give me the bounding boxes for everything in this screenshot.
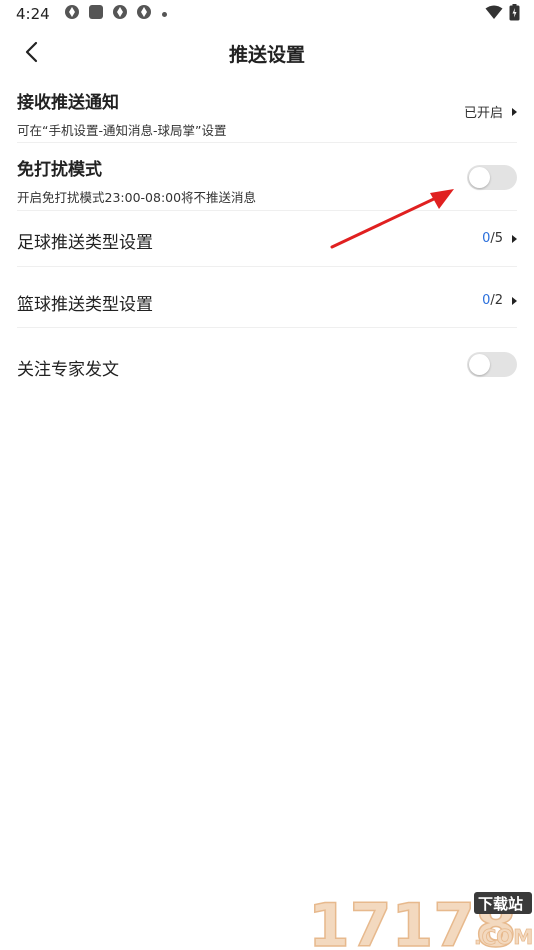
caret-right-icon xyxy=(512,234,517,243)
expert-follow-row: 关注专家发文 xyxy=(17,328,517,394)
app-notification-icon xyxy=(88,4,104,24)
toggle-knob xyxy=(469,354,490,375)
basketball-selected-count: 0 xyxy=(482,293,491,308)
expert-follow-toggle[interactable] xyxy=(467,352,517,377)
watermark-badge: 下载站 xyxy=(478,895,523,913)
app-notification-icon xyxy=(64,4,80,24)
dnd-title: 免打扰模式 xyxy=(17,160,102,180)
expert-follow-title: 关注专家发文 xyxy=(17,360,119,380)
receive-push-subtitle: 可在“手机设置-通知消息-球局掌”设置 xyxy=(17,123,227,138)
receive-push-row[interactable]: 接收推送通知 可在“手机设置-通知消息-球局掌”设置 已开启 xyxy=(17,88,517,143)
receive-push-status[interactable]: 已开启 xyxy=(464,102,517,121)
dnd-toggle[interactable] xyxy=(467,165,517,190)
toggle-knob xyxy=(469,167,490,188)
app-notification-icon xyxy=(112,4,128,24)
status-bar: 4:24 xyxy=(0,0,534,28)
receive-push-title: 接收推送通知 xyxy=(17,93,119,113)
app-header: 推送设置 xyxy=(0,28,534,76)
basketball-push-title: 篮球推送类型设置 xyxy=(17,295,153,315)
football-push-title: 足球推送类型设置 xyxy=(17,233,153,253)
status-time: 4:24 xyxy=(16,5,50,23)
basketball-push-count[interactable]: 0 /2 xyxy=(482,293,517,308)
receive-push-value: 已开启 xyxy=(463,106,503,121)
football-total-count: /5 xyxy=(490,231,503,246)
caret-right-icon xyxy=(512,296,517,305)
watermark-logo: 17178 下载站 .COM xyxy=(307,890,533,950)
annotation-arrow-icon xyxy=(330,189,454,249)
more-notifications-dot-icon xyxy=(161,11,167,17)
push-settings-page: 4:24 推送设置 接收推送通知 可在“手机设置-通知消息-球局掌”设置 已开启… xyxy=(0,0,534,950)
football-push-count[interactable]: 0 /5 xyxy=(482,231,517,246)
status-right xyxy=(485,4,520,25)
basketball-push-row[interactable]: 篮球推送类型设置 0 /2 xyxy=(17,267,517,328)
page-title: 推送设置 xyxy=(228,44,305,66)
watermark-suffix: .COM xyxy=(474,925,533,949)
football-selected-count: 0 xyxy=(482,231,491,246)
caret-right-icon xyxy=(512,107,517,116)
site-watermark: 17178 下载站 .COM xyxy=(306,888,534,950)
battery-icon xyxy=(509,4,520,25)
basketball-total-count: /2 xyxy=(490,293,503,308)
app-notification-icon xyxy=(136,4,152,24)
wifi-icon xyxy=(485,5,503,24)
